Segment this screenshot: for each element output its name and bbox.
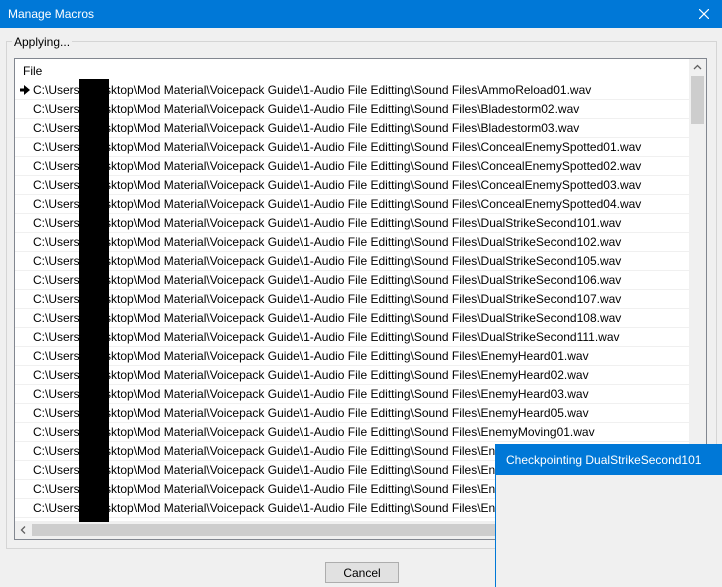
notification-banner: Checkpointing DualStrikeSecond101 <box>496 445 722 475</box>
list-item[interactable]: C:\Users\ \Desktop\Mod Material\Voicepac… <box>15 176 689 195</box>
list-item[interactable]: C:\Users\ \Desktop\Mod Material\Voicepac… <box>15 81 689 100</box>
list-item[interactable]: C:\Users\ \Desktop\Mod Material\Voicepac… <box>15 157 689 176</box>
file-path-text: C:\Users\ \Desktop\Mod Material\Voicepac… <box>33 273 622 287</box>
file-path-text: C:\Users\ \Desktop\Mod Material\Voicepac… <box>33 102 580 116</box>
list-item[interactable]: C:\Users\ \Desktop\Mod Material\Voicepac… <box>15 328 689 347</box>
file-path-text: C:\Users\ \Desktop\Mod Material\Voicepac… <box>33 235 622 249</box>
list-header: File <box>15 59 689 81</box>
list-item[interactable]: C:\Users\ \Desktop\Mod Material\Voicepac… <box>15 290 689 309</box>
list-item[interactable]: C:\Users\ \Desktop\Mod Material\Voicepac… <box>15 119 689 138</box>
file-path-text: C:\Users\ \Desktop\Mod Material\Voicepac… <box>33 425 595 439</box>
list-item[interactable]: C:\Users\ \Desktop\Mod Material\Voicepac… <box>15 271 689 290</box>
file-path-text: C:\Users\ \Desktop\Mod Material\Voicepac… <box>33 368 589 382</box>
current-row-arrow-icon <box>20 85 30 95</box>
file-path-text: C:\Users\ \Desktop\Mod Material\Voicepac… <box>33 292 622 306</box>
list-item[interactable]: C:\Users\ \Desktop\Mod Material\Voicepac… <box>15 366 689 385</box>
close-icon <box>699 9 709 19</box>
list-item[interactable]: C:\Users\ \Desktop\Mod Material\Voicepac… <box>15 423 689 442</box>
redaction-bar <box>79 79 109 522</box>
list-item[interactable]: C:\Users\ \Desktop\Mod Material\Voicepac… <box>15 195 689 214</box>
notification-message: Checkpointing DualStrikeSecond101 <box>506 453 702 467</box>
scroll-left-button[interactable] <box>15 521 32 539</box>
title-bar: Manage Macros <box>0 0 722 28</box>
list-item[interactable]: C:\Users\ \Desktop\Mod Material\Voicepac… <box>15 404 689 423</box>
scroll-up-icon <box>693 64 702 70</box>
file-path-text: C:\Users\ \Desktop\Mod Material\Voicepac… <box>33 254 622 268</box>
file-path-text: C:\Users\ \Desktop\Mod Material\Voicepac… <box>33 197 642 211</box>
list-item[interactable]: C:\Users\ \Desktop\Mod Material\Voicepac… <box>15 100 689 119</box>
groupbox-label: Applying... <box>12 35 73 49</box>
scroll-up-button[interactable] <box>689 59 706 76</box>
file-path-text: C:\Users\ \Desktop\Mod Material\Voicepac… <box>33 387 589 401</box>
file-path-text: C:\Users\ \Desktop\Mod Material\Voicepac… <box>33 121 580 135</box>
scroll-left-icon <box>20 526 26 534</box>
file-path-text: C:\Users\ \Desktop\Mod Material\Voicepac… <box>33 349 589 363</box>
file-path-text: C:\Users\ \Desktop\Mod Material\Voicepac… <box>33 159 642 173</box>
list-item[interactable]: C:\Users\ \Desktop\Mod Material\Voicepac… <box>15 385 689 404</box>
file-path-text: C:\Users\ \Desktop\Mod Material\Voicepac… <box>33 406 589 420</box>
list-item[interactable]: C:\Users\ \Desktop\Mod Material\Voicepac… <box>15 138 689 157</box>
list-item[interactable]: C:\Users\ \Desktop\Mod Material\Voicepac… <box>15 214 689 233</box>
column-header-file[interactable]: File <box>23 64 42 78</box>
file-path-text: C:\Users\ \Desktop\Mod Material\Voicepac… <box>33 330 620 344</box>
list-item[interactable]: C:\Users\ \Desktop\Mod Material\Voicepac… <box>15 252 689 271</box>
close-button[interactable] <box>686 0 722 28</box>
file-path-text: C:\Users\ \Desktop\Mod Material\Voicepac… <box>33 83 592 97</box>
file-path-text: C:\Users\ \Desktop\Mod Material\Voicepac… <box>33 178 642 192</box>
window-title: Manage Macros <box>8 7 95 21</box>
file-path-text: C:\Users\ \Desktop\Mod Material\Voicepac… <box>33 216 622 230</box>
list-item[interactable]: C:\Users\ \Desktop\Mod Material\Voicepac… <box>15 309 689 328</box>
file-path-text: C:\Users\ \Desktop\Mod Material\Voicepac… <box>33 140 642 154</box>
cancel-button[interactable]: Cancel <box>325 562 399 583</box>
vertical-scroll-thumb[interactable] <box>691 76 704 124</box>
list-item[interactable]: C:\Users\ \Desktop\Mod Material\Voicepac… <box>15 233 689 252</box>
list-item[interactable]: C:\Users\ \Desktop\Mod Material\Voicepac… <box>15 347 689 366</box>
file-path-text: C:\Users\ \Desktop\Mod Material\Voicepac… <box>33 311 622 325</box>
checkpoint-notification: Checkpointing DualStrikeSecond101 <box>495 444 722 587</box>
